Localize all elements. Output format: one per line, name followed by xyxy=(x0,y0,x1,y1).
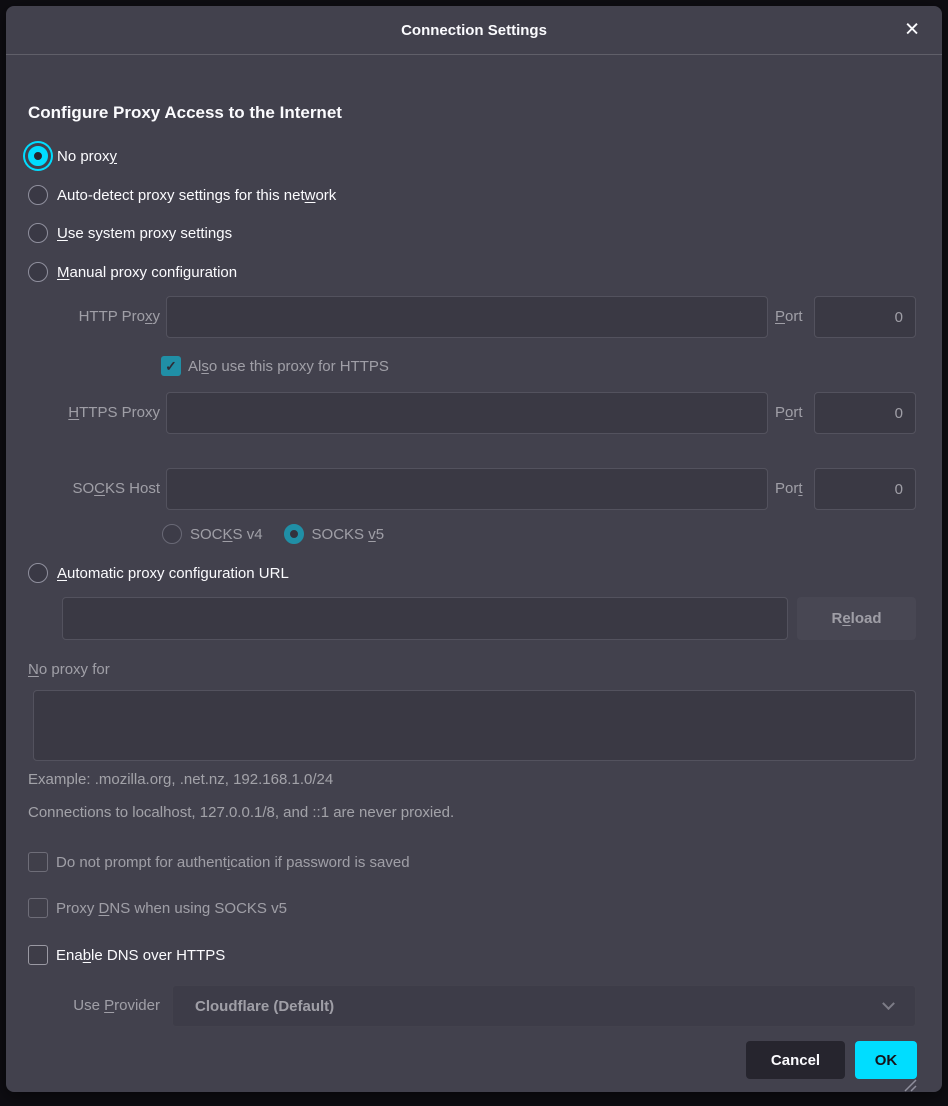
doh-provider-section: Use Provider Cloudflare (Default) xyxy=(6,6,942,1092)
radio-unselected-icon xyxy=(28,563,48,583)
https-port-label: Port xyxy=(775,392,803,434)
auto-url-input[interactable] xyxy=(62,597,788,640)
socks-host-input[interactable] xyxy=(166,468,768,510)
doh-section: Enable DNS over HTTPS xyxy=(6,6,942,1092)
radio-no-proxy-label: No proxy xyxy=(57,148,117,165)
radio-system-proxy-label: Use system proxy settings xyxy=(57,225,232,242)
https-port-input[interactable] xyxy=(814,392,916,434)
http-proxy-label: HTTP Proxy xyxy=(28,296,160,338)
radio-manual-proxy-label: Manual proxy configuration xyxy=(57,264,237,281)
radio-unselected-icon xyxy=(28,223,48,243)
reload-button[interactable]: Reload xyxy=(797,597,916,640)
doh-checkbox-label: Enable DNS over HTTPS xyxy=(56,947,225,964)
proxy-dns-checkbox-row[interactable]: Proxy DNS when using SOCKS v5 xyxy=(28,896,287,920)
socks-port-label: Port xyxy=(775,468,803,510)
section-heading: Configure Proxy Access to the Internet xyxy=(28,103,342,123)
radio-auto-url-label: Automatic proxy configuration URL xyxy=(57,565,289,582)
auto-proxy-controls: Reload xyxy=(6,6,942,1092)
radio-manual-proxy[interactable]: Manual proxy configuration xyxy=(28,253,237,291)
close-icon[interactable]: ✕ xyxy=(896,17,928,44)
localhost-note-text: Connections to localhost, 127.0.0.1/8, a… xyxy=(28,804,454,821)
https-proxy-label: HTTPS Proxy xyxy=(28,392,160,434)
checkbox-unchecked-icon xyxy=(28,898,48,918)
share-proxy-checkbox-row[interactable]: ✓ Also use this proxy for HTTPS xyxy=(161,354,389,378)
radio-socks-v4[interactable] xyxy=(162,524,182,544)
resize-grip[interactable] xyxy=(897,1076,917,1092)
checkbox-unchecked-icon xyxy=(28,852,48,872)
proxy-dns-checkbox-label: Proxy DNS when using SOCKS v5 xyxy=(56,900,287,917)
socks-v4-label: SOCKS v4 xyxy=(190,526,263,543)
connection-settings-dialog: Connection Settings ✕ Configure Proxy Ac… xyxy=(6,6,942,1092)
radio-auto-detect-label: Auto-detect proxy settings for this netw… xyxy=(57,187,336,204)
checkbox-unchecked-icon xyxy=(28,945,48,965)
ok-button[interactable]: OK xyxy=(855,1041,917,1079)
radio-selected-icon xyxy=(28,146,48,166)
no-proxy-for-textarea[interactable] xyxy=(33,690,916,761)
no-proxy-example-text: Example: .mozilla.org, .net.nz, 192.168.… xyxy=(28,771,333,788)
dialog-titlebar: Connection Settings ✕ xyxy=(6,6,942,55)
manual-proxy-section: HTTP Proxy Port ✓ Also use this proxy fo… xyxy=(6,6,942,1092)
http-port-input[interactable] xyxy=(814,296,916,338)
dialog-title: Connection Settings xyxy=(401,22,547,39)
check-icon: ✓ xyxy=(165,359,177,373)
proxy-mode-group: No proxy Auto-detect proxy settings for … xyxy=(6,6,942,1092)
socks-v5-label: SOCKS v5 xyxy=(312,526,385,543)
https-proxy-input[interactable] xyxy=(166,392,768,434)
radio-unselected-icon xyxy=(28,262,48,282)
use-provider-label: Use Provider xyxy=(28,985,160,1027)
no-prompt-checkbox-label: Do not prompt for authentication if pass… xyxy=(56,854,410,871)
radio-auto-url[interactable]: Automatic proxy configuration URL xyxy=(28,554,289,592)
share-proxy-checkbox-label: Also use this proxy for HTTPS xyxy=(188,358,389,375)
radio-socks-v5[interactable] xyxy=(284,524,304,544)
no-proxy-for-section: No proxy for xyxy=(6,6,942,1092)
auth-options-section: Do not prompt for authentication if pass… xyxy=(6,6,942,1092)
chevron-down-icon xyxy=(882,997,895,1010)
radio-no-proxy[interactable]: No proxy xyxy=(28,137,117,175)
socks-port-input[interactable] xyxy=(814,468,916,510)
auto-proxy-section: Automatic proxy configuration URL xyxy=(6,6,942,1092)
no-prompt-checkbox-row[interactable]: Do not prompt for authentication if pass… xyxy=(28,850,410,874)
http-proxy-input[interactable] xyxy=(166,296,768,338)
provider-select[interactable]: Cloudflare (Default) xyxy=(172,985,916,1027)
radio-system-proxy[interactable]: Use system proxy settings xyxy=(28,214,232,252)
socks-host-label: SOCKS Host xyxy=(28,468,160,510)
http-port-label: Port xyxy=(775,296,803,338)
provider-select-value: Cloudflare (Default) xyxy=(195,998,334,1015)
doh-checkbox-row[interactable]: Enable DNS over HTTPS xyxy=(28,943,225,967)
radio-unselected-icon xyxy=(28,185,48,205)
socks-version-group: SOCKS v4 SOCKS v5 xyxy=(162,522,384,546)
cancel-button[interactable]: Cancel xyxy=(746,1041,845,1079)
checkbox-checked-icon: ✓ xyxy=(161,356,181,376)
no-proxy-for-label: No proxy for xyxy=(28,661,110,678)
radio-auto-detect[interactable]: Auto-detect proxy settings for this netw… xyxy=(28,176,336,214)
